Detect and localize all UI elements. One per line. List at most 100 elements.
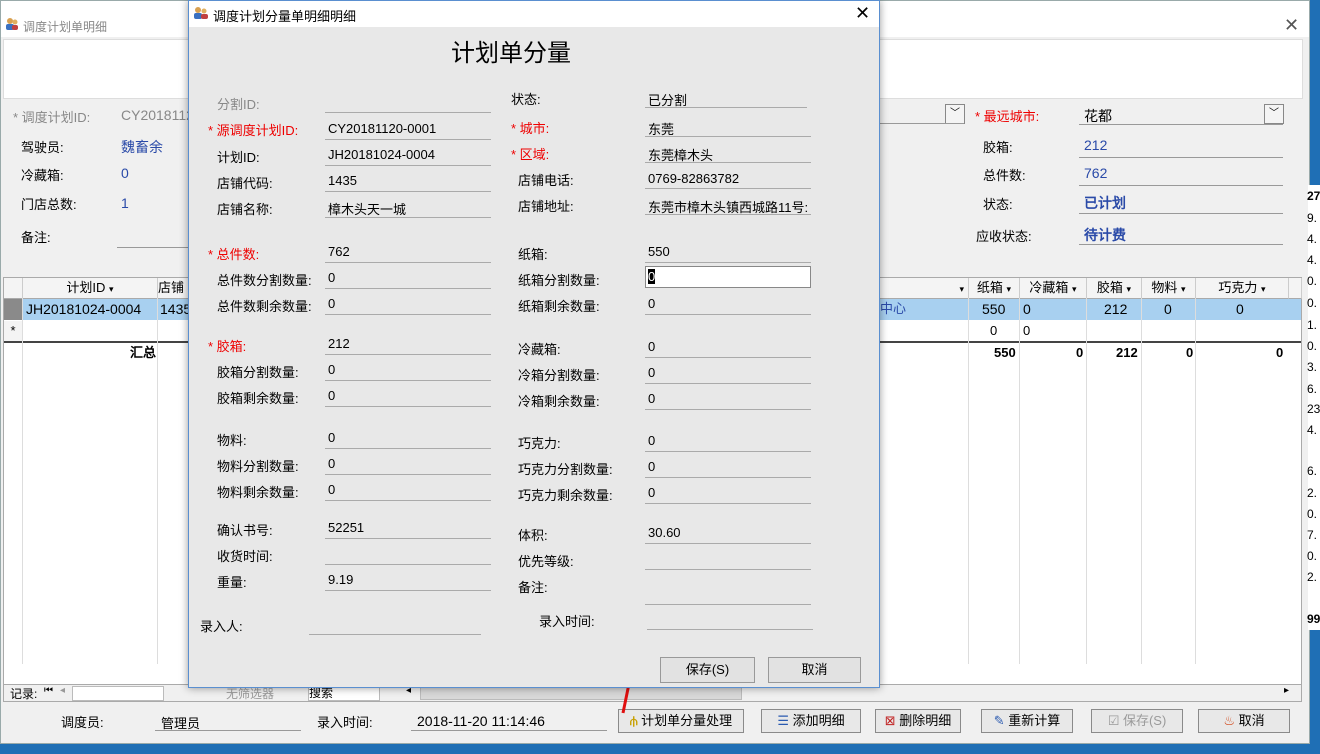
- src-plan-value[interactable]: CY20181120-0001: [328, 121, 436, 136]
- delete-detail-button[interactable]: ⊠ 删除明细: [875, 709, 961, 733]
- prev-record-icon[interactable]: ◂: [60, 685, 65, 696]
- total-split-label: 总件数分割数量:: [217, 273, 312, 288]
- city-dropdown-button[interactable]: ﹀: [1264, 104, 1284, 124]
- rubber-split-value[interactable]: 0: [328, 362, 335, 377]
- first-record-icon[interactable]: ⏮: [44, 685, 53, 696]
- sum-cold: 0: [1076, 345, 1084, 360]
- grid-corner[interactable]: [4, 278, 23, 299]
- cell-center[interactable]: 中心: [880, 299, 906, 319]
- carton-rest-label: 纸箱剩余数量:: [518, 299, 600, 314]
- right-strip-value: 0.: [1307, 274, 1318, 288]
- horizontal-scrollbar[interactable]: [420, 687, 742, 700]
- address-label: 店铺地址:: [518, 199, 574, 214]
- rubber-split-label: 胶箱分割数量:: [217, 365, 299, 380]
- phone-value[interactable]: 0769-82863782: [648, 171, 739, 186]
- total-underline: [1079, 185, 1283, 186]
- record-number-input[interactable]: [72, 686, 164, 701]
- rubber-label: * 胶箱:: [208, 339, 247, 354]
- carton-rest-value[interactable]: 0: [648, 296, 655, 311]
- rubber-value[interactable]: 212: [328, 336, 350, 351]
- cold-rest-value[interactable]: 0: [648, 391, 655, 406]
- confirm-no-value[interactable]: 52251: [328, 520, 364, 535]
- chocolate-split-value[interactable]: 0: [648, 459, 655, 474]
- cell-cold[interactable]: 0: [1023, 299, 1031, 319]
- material-rest-value[interactable]: 0: [328, 482, 335, 497]
- total-split-value[interactable]: 0: [328, 270, 335, 285]
- carton-value[interactable]: 550: [648, 244, 670, 259]
- volume-value[interactable]: 30.60: [648, 525, 681, 540]
- sum-rubber: 212: [1116, 345, 1138, 360]
- chocolate-rest-value[interactable]: 0: [648, 485, 655, 500]
- cell-plan-id[interactable]: JH20181024-0004: [26, 299, 141, 319]
- material-split-value[interactable]: 0: [328, 456, 335, 471]
- priority-field[interactable]: [645, 569, 811, 570]
- close-icon[interactable]: ✕: [855, 3, 870, 24]
- col-header-material[interactable]: 物料 ▾: [1142, 278, 1196, 299]
- cold-split-value[interactable]: 0: [648, 365, 655, 380]
- grid-line: [1086, 298, 1087, 664]
- total-rest-value[interactable]: 0: [328, 296, 335, 311]
- material-value[interactable]: 0: [328, 430, 335, 445]
- col-header-carton[interactable]: 纸箱 ▾: [969, 278, 1020, 299]
- new-row-marker[interactable]: *: [4, 321, 23, 342]
- driver-value[interactable]: 魏畜余: [121, 137, 163, 157]
- cell-material[interactable]: 0: [1164, 299, 1172, 319]
- cell-rubber[interactable]: 212: [1104, 299, 1127, 319]
- search-input[interactable]: 搜索: [308, 686, 380, 701]
- col-header-chocolate[interactable]: 巧克力 ▾: [1196, 278, 1289, 299]
- sum-carton: 550: [994, 345, 1016, 360]
- save-button[interactable]: ☑ 保存(S): [1091, 709, 1183, 733]
- weight-value[interactable]: 9.19: [328, 572, 353, 587]
- col-header-hidden[interactable]: ▾: [880, 278, 969, 299]
- split-dialog: 调度计划分量单明细明细 ✕ 计划单分量 分割ID: * 源调度计划ID: CY2…: [188, 0, 880, 688]
- col-header-more[interactable]: [1289, 278, 1302, 299]
- store-name-value[interactable]: 樟木头天一城: [328, 199, 406, 218]
- dialog-save-button[interactable]: 保存(S): [660, 657, 755, 683]
- sum-label: 汇总: [130, 345, 157, 360]
- col-header-plan-id[interactable]: 计划ID ▾: [23, 278, 158, 299]
- receive-time-field[interactable]: [325, 564, 491, 565]
- material-split-underline: [325, 474, 491, 475]
- nearest-city-value[interactable]: 花都: [1084, 106, 1112, 126]
- store-code-value[interactable]: 1435: [328, 173, 357, 188]
- total-value[interactable]: 762: [328, 244, 350, 259]
- cell-chocolate[interactable]: 0: [1236, 299, 1244, 319]
- entry-time-field[interactable]: [647, 629, 813, 630]
- col-header-rubber[interactable]: 胶箱 ▾: [1087, 278, 1142, 299]
- right-strip-value: 0.: [1307, 507, 1318, 521]
- grid-line: [1195, 298, 1196, 664]
- grid-line: [22, 298, 23, 664]
- store-count-value[interactable]: 1: [121, 195, 129, 211]
- cold-box-value[interactable]: 0: [121, 165, 129, 181]
- dropdown-button[interactable]: ﹀: [945, 104, 965, 124]
- chocolate-value[interactable]: 0: [648, 433, 655, 448]
- recalculate-button[interactable]: ✎ 重新计算: [981, 709, 1073, 733]
- dialog-cancel-button[interactable]: 取消: [768, 657, 861, 683]
- split-id-field[interactable]: [325, 112, 491, 113]
- carton-split-value[interactable]: 0: [648, 269, 656, 284]
- cell-store[interactable]: 1435: [160, 299, 191, 319]
- rubber-rest-value[interactable]: 0: [328, 388, 335, 403]
- middle-underline: [879, 123, 964, 124]
- add-detail-button[interactable]: ☰ 添加明细: [761, 709, 861, 733]
- entry-time-label: 录入时间:: [539, 614, 595, 629]
- remark-field[interactable]: [645, 604, 811, 605]
- chocolate-rest-underline: [645, 503, 811, 504]
- new-row-cell-b[interactable]: 0: [1023, 321, 1030, 341]
- rubber-box-value[interactable]: 212: [1084, 137, 1107, 153]
- total-count-value[interactable]: 762: [1084, 165, 1107, 181]
- col-header-cold[interactable]: 冷藏箱 ▾: [1020, 278, 1087, 299]
- plan-id-value[interactable]: JH20181024-0004: [328, 147, 435, 162]
- carton-split-input[interactable]: 0: [645, 266, 811, 288]
- list-icon: ☰: [777, 713, 789, 728]
- cell-carton[interactable]: 550: [982, 299, 1005, 319]
- material-split-label: 物料分割数量:: [217, 459, 299, 474]
- cold-rest-label: 冷箱剩余数量:: [518, 394, 600, 409]
- entry-person-field[interactable]: [309, 634, 481, 635]
- scroll-right-icon[interactable]: ▸: [1284, 685, 1289, 696]
- cold-value[interactable]: 0: [648, 339, 655, 354]
- row-selector[interactable]: [4, 299, 22, 320]
- close-icon[interactable]: ✕: [1284, 15, 1299, 36]
- new-row-cell-a[interactable]: 0: [990, 321, 997, 341]
- cancel-button[interactable]: ♨ 取消: [1198, 709, 1290, 733]
